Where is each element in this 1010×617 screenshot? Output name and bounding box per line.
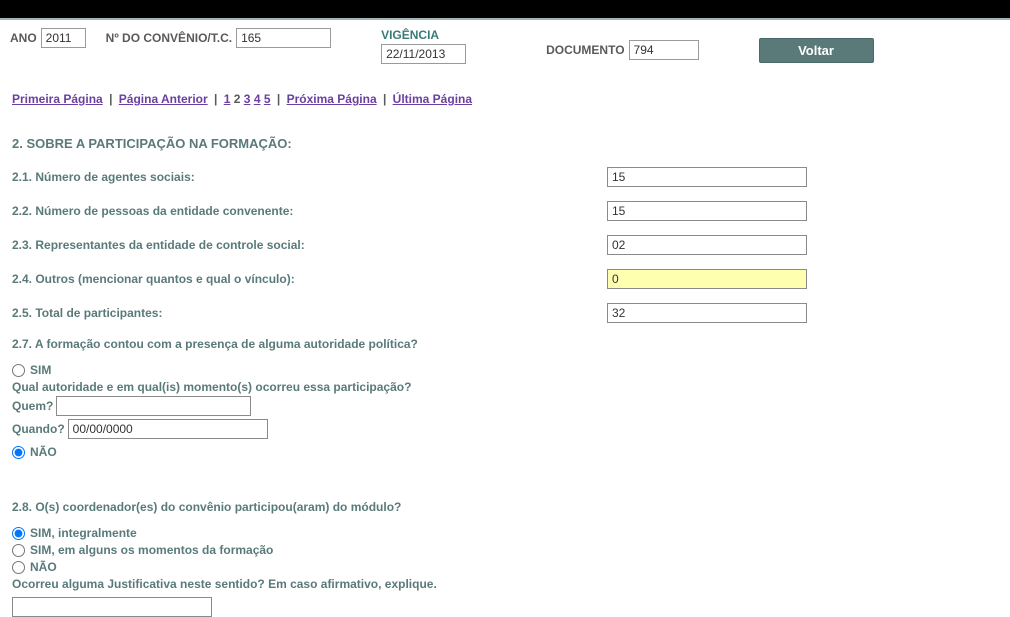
pagination-sep: | [109, 92, 112, 106]
radio-27-sim-label: SIM [30, 363, 51, 377]
page-prev-link[interactable]: Página Anterior [119, 92, 208, 106]
label-25: 2.5. Total de participantes: [12, 306, 607, 320]
voltar-button[interactable]: Voltar [759, 38, 874, 63]
page-first-link[interactable]: Primeira Página [12, 92, 103, 106]
vigencia-label: VIGÊNCIA [381, 28, 439, 42]
convenio-label: Nº DO CONVÊNIO/T.C. [106, 31, 232, 45]
radio-28-opt3-row: NÃO [12, 560, 998, 574]
page-last-link[interactable]: Última Página [393, 92, 472, 106]
page-2-current: 2 [234, 92, 241, 106]
section-2-title: 2. SOBRE A PARTICIPAÇÃO NA FORMAÇÃO: [12, 136, 998, 151]
quem-field: Quem? [12, 396, 998, 416]
radio-27-nao-row: NÃO [12, 445, 998, 459]
field-row-22: 2.2. Número de pessoas da entidade conve… [12, 201, 998, 221]
radio-28-opt3[interactable] [12, 561, 25, 574]
field-row-23: 2.3. Representantes da entidade de contr… [12, 235, 998, 255]
question-27-label: 2.7. A formação contou com a presença de… [12, 337, 998, 351]
field-row-24: 2.4. Outros (mencionar quantos e qual o … [12, 269, 998, 289]
ano-field: ANO [10, 28, 86, 48]
page-1-link[interactable]: 1 [224, 92, 231, 106]
pagination: Primeira Página | Página Anterior | 1 2 … [12, 92, 1010, 106]
content: 2. SOBRE A PARTICIPAÇÃO NA FORMAÇÃO: 2.1… [0, 136, 1010, 617]
page-3-link[interactable]: 3 [244, 92, 251, 106]
field-row-21: 2.1. Número de agentes sociais: [12, 167, 998, 187]
sub-question-28: Ocorreu alguma Justificativa neste senti… [12, 577, 998, 591]
ano-input[interactable] [41, 28, 86, 48]
radio-28-opt1[interactable] [12, 527, 25, 540]
radio-27-nao-label: NÃO [30, 445, 57, 459]
radio-28-opt1-row: SIM, integralmente [12, 526, 998, 540]
input-24-outros[interactable] [607, 269, 807, 289]
radio-28-opt2[interactable] [12, 544, 25, 557]
quem-label: Quem? [12, 399, 53, 413]
page-5-link[interactable]: 5 [264, 92, 271, 106]
ano-label: ANO [10, 31, 37, 45]
documento-input[interactable] [629, 40, 699, 60]
page-4-link[interactable]: 4 [254, 92, 261, 106]
radio-28-opt2-row: SIM, em alguns os momentos da formação [12, 543, 998, 557]
label-24: 2.4. Outros (mencionar quantos e qual o … [12, 272, 607, 286]
label-23: 2.3. Representantes da entidade de contr… [12, 238, 607, 252]
pagination-sep: | [214, 92, 217, 106]
input-23-representantes[interactable] [607, 235, 807, 255]
vigencia-field: VIGÊNCIA [381, 28, 466, 64]
label-22: 2.2. Número de pessoas da entidade conve… [12, 204, 607, 218]
pagination-sep: | [383, 92, 386, 106]
input-25-total[interactable] [607, 303, 807, 323]
documento-label: DOCUMENTO [546, 43, 624, 57]
documento-field: DOCUMENTO [546, 40, 698, 60]
label-21: 2.1. Número de agentes sociais: [12, 170, 607, 184]
sub-question-27: Qual autoridade e em qual(is) momento(s)… [12, 380, 998, 394]
page-next-link[interactable]: Próxima Página [287, 92, 377, 106]
convenio-input[interactable] [236, 28, 331, 48]
header-section: ANO Nº DO CONVÊNIO/T.C. VIGÊNCIA DOCUMEN… [0, 18, 1010, 72]
radio-27-sim-row: SIM [12, 363, 998, 377]
input-21-agentes-sociais[interactable] [607, 167, 807, 187]
pagination-sep: | [277, 92, 280, 106]
quem-input[interactable] [56, 396, 251, 416]
quando-label: Quando? [12, 422, 65, 436]
radio-28-opt1-label: SIM, integralmente [30, 526, 137, 540]
radio-27-nao[interactable] [12, 446, 25, 459]
field-row-25: 2.5. Total de participantes: [12, 303, 998, 323]
vigencia-input[interactable] [381, 44, 466, 64]
question-28-label: 2.8. O(s) coordenador(es) do convênio pa… [12, 500, 998, 514]
quando-field: Quando? [12, 419, 998, 439]
input-22-pessoas-entidade[interactable] [607, 201, 807, 221]
radio-28-opt3-label: NÃO [30, 560, 57, 574]
convenio-field: Nº DO CONVÊNIO/T.C. [106, 28, 331, 48]
radio-28-opt2-label: SIM, em alguns os momentos da formação [30, 543, 273, 557]
justificativa-input[interactable] [12, 597, 212, 617]
radio-27-sim[interactable] [12, 364, 25, 377]
top-black-bar [0, 0, 1010, 18]
quando-input[interactable] [68, 419, 268, 439]
